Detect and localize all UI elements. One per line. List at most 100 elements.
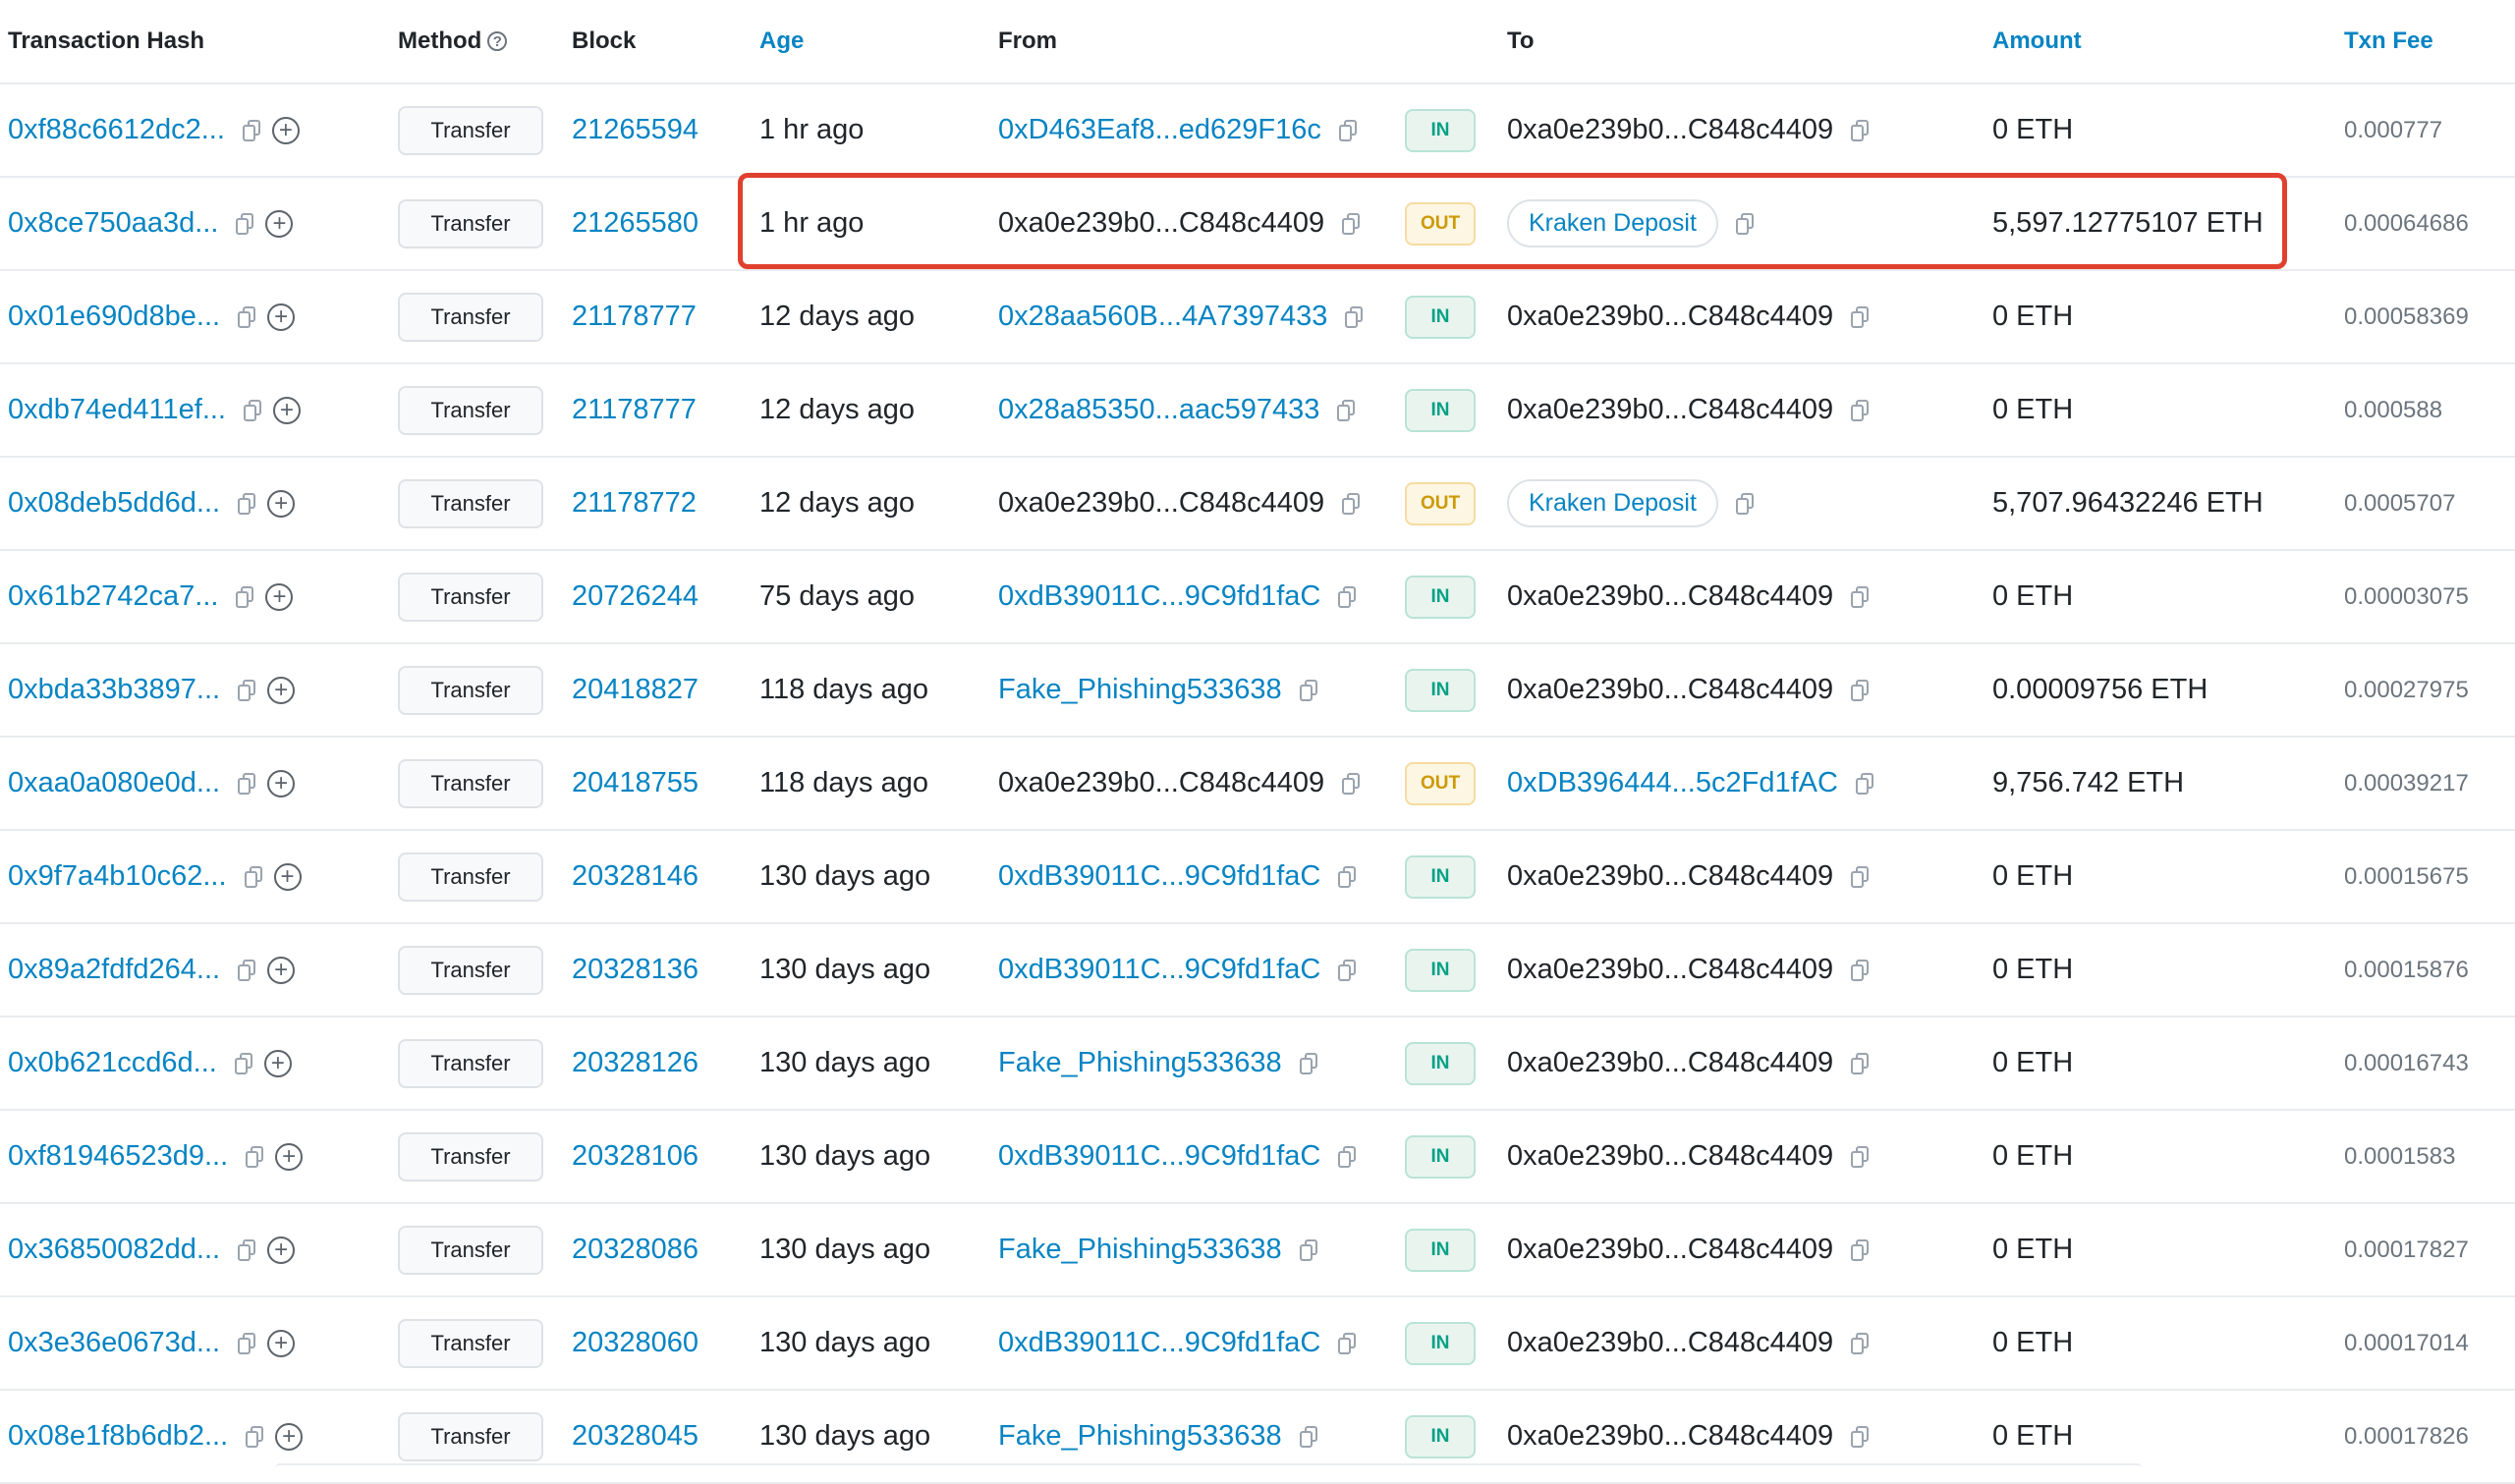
- transaction-hash-link[interactable]: 0xaa0a080e0d...: [8, 767, 220, 799]
- block-link[interactable]: 20328126: [572, 1047, 699, 1079]
- from-address[interactable]: 0xdB39011C...9C9fd1faC: [998, 1140, 1320, 1173]
- transaction-hash-link[interactable]: 0xdb74ed411ef...: [8, 394, 226, 426]
- block-link[interactable]: 20328086: [572, 1234, 699, 1266]
- from-address[interactable]: 0xdB39011C...9C9fd1faC: [998, 860, 1320, 893]
- block-link[interactable]: 20328106: [572, 1140, 699, 1173]
- copy-icon[interactable]: [1851, 1052, 1870, 1074]
- add-icon[interactable]: +: [267, 302, 296, 331]
- to-name-tag[interactable]: Kraken Deposit: [1507, 199, 1718, 247]
- copy-icon[interactable]: [1338, 119, 1357, 141]
- add-icon[interactable]: +: [275, 1142, 304, 1171]
- block-link[interactable]: 20328060: [572, 1327, 699, 1359]
- copy-icon[interactable]: [1342, 772, 1361, 795]
- add-icon[interactable]: +: [275, 1422, 304, 1451]
- header-amount-toggle[interactable]: Amount: [1992, 0, 2326, 82]
- copy-icon[interactable]: [1851, 959, 1870, 981]
- add-icon[interactable]: +: [267, 956, 296, 984]
- copy-icon[interactable]: [1735, 492, 1754, 515]
- copy-icon[interactable]: [1337, 399, 1356, 421]
- copy-icon[interactable]: [1851, 305, 1870, 328]
- copy-icon[interactable]: [1851, 1145, 1870, 1168]
- from-address[interactable]: 0x28aa560B...4A7397433: [998, 301, 1327, 333]
- copy-icon[interactable]: [1338, 865, 1357, 888]
- from-address[interactable]: Fake_Phishing533638: [998, 1047, 1282, 1079]
- copy-icon[interactable]: [238, 679, 256, 701]
- transaction-hash-link[interactable]: 0x9f7a4b10c62...: [8, 860, 227, 893]
- copy-icon[interactable]: [1299, 1052, 1317, 1074]
- block-link[interactable]: 20418827: [572, 674, 699, 706]
- from-address[interactable]: 0x28a85350...aac597433: [998, 394, 1319, 426]
- transaction-hash-link[interactable]: 0x0b621ccd6d...: [8, 1047, 217, 1079]
- copy-icon[interactable]: [1342, 492, 1361, 515]
- copy-icon[interactable]: [1338, 585, 1357, 608]
- copy-icon[interactable]: [1338, 1145, 1357, 1168]
- copy-icon[interactable]: [244, 865, 262, 888]
- add-icon[interactable]: +: [267, 1329, 296, 1357]
- copy-icon[interactable]: [244, 399, 261, 421]
- transaction-hash-link[interactable]: 0x08e1f8b6db2...: [8, 1420, 228, 1453]
- add-icon[interactable]: +: [267, 676, 296, 704]
- to-address[interactable]: 0xDB396444...5c2Fd1fAC: [1507, 767, 1838, 799]
- from-address[interactable]: 0xD463Eaf8...ed629F16c: [998, 114, 1321, 146]
- from-address[interactable]: Fake_Phishing533638: [998, 1420, 1282, 1453]
- header-txn-fee-toggle[interactable]: Txn Fee: [2344, 0, 2515, 82]
- copy-icon[interactable]: [238, 1238, 256, 1261]
- copy-icon[interactable]: [1851, 1332, 1870, 1354]
- copy-icon[interactable]: [1851, 1238, 1870, 1261]
- transaction-hash-link[interactable]: 0x3e36e0673d...: [8, 1327, 220, 1359]
- copy-icon[interactable]: [242, 119, 260, 141]
- add-icon[interactable]: +: [267, 489, 296, 518]
- copy-icon[interactable]: [246, 1145, 264, 1168]
- copy-icon[interactable]: [1851, 865, 1870, 888]
- add-icon[interactable]: +: [273, 396, 301, 424]
- block-link[interactable]: 20328146: [572, 860, 699, 893]
- block-link[interactable]: 20418755: [572, 767, 699, 799]
- transaction-hash-link[interactable]: 0x01e690d8be...: [8, 301, 220, 333]
- block-link[interactable]: 20328045: [572, 1420, 699, 1453]
- copy-icon[interactable]: [246, 1425, 264, 1448]
- block-link[interactable]: 21178777: [572, 301, 697, 333]
- copy-icon[interactable]: [1851, 679, 1870, 701]
- copy-icon[interactable]: [1855, 772, 1873, 795]
- block-link[interactable]: 21178772: [572, 487, 697, 520]
- copy-icon[interactable]: [238, 772, 256, 795]
- add-icon[interactable]: +: [273, 862, 302, 891]
- add-icon[interactable]: +: [263, 1049, 292, 1077]
- copy-icon[interactable]: [236, 212, 254, 235]
- copy-icon[interactable]: [1345, 305, 1364, 328]
- copy-icon[interactable]: [238, 305, 256, 328]
- add-icon[interactable]: +: [267, 769, 296, 797]
- add-icon[interactable]: +: [267, 1236, 296, 1264]
- add-icon[interactable]: +: [265, 582, 294, 611]
- add-icon[interactable]: +: [271, 116, 300, 144]
- transaction-hash-link[interactable]: 0x8ce750aa3d...: [8, 207, 218, 240]
- transaction-hash-link[interactable]: 0x36850082dd...: [8, 1234, 220, 1266]
- from-address[interactable]: 0xdB39011C...9C9fd1faC: [998, 580, 1320, 613]
- transaction-hash-link[interactable]: 0xf81946523d9...: [8, 1140, 228, 1173]
- transaction-hash-link[interactable]: 0x61b2742ca7...: [8, 580, 218, 613]
- copy-icon[interactable]: [238, 959, 256, 981]
- transaction-hash-link[interactable]: 0xbda33b3897...: [8, 674, 220, 706]
- transaction-hash-link[interactable]: 0x08deb5dd6d...: [8, 487, 220, 520]
- block-link[interactable]: 21265594: [572, 114, 699, 146]
- copy-icon[interactable]: [1851, 585, 1870, 608]
- copy-icon[interactable]: [238, 492, 256, 515]
- header-age-toggle[interactable]: Age: [759, 0, 976, 82]
- copy-icon[interactable]: [236, 585, 254, 608]
- copy-icon[interactable]: [1299, 679, 1317, 701]
- copy-icon[interactable]: [1338, 959, 1357, 981]
- horizontal-scrollbar[interactable]: [275, 1463, 2142, 1472]
- from-address[interactable]: Fake_Phishing533638: [998, 1234, 1282, 1266]
- block-link[interactable]: 21265580: [572, 207, 699, 240]
- copy-icon[interactable]: [1851, 399, 1870, 421]
- copy-icon[interactable]: [1299, 1425, 1317, 1448]
- from-address[interactable]: 0xdB39011C...9C9fd1faC: [998, 1327, 1320, 1359]
- transaction-hash-link[interactable]: 0x89a2fdfd264...: [8, 954, 220, 986]
- copy-icon[interactable]: [238, 1332, 256, 1354]
- copy-icon[interactable]: [234, 1052, 252, 1074]
- add-icon[interactable]: +: [265, 209, 294, 238]
- transaction-hash-link[interactable]: 0xf88c6612dc2...: [8, 114, 225, 146]
- copy-icon[interactable]: [1851, 1425, 1870, 1448]
- to-name-tag[interactable]: Kraken Deposit: [1507, 479, 1718, 527]
- copy-icon[interactable]: [1338, 1332, 1357, 1354]
